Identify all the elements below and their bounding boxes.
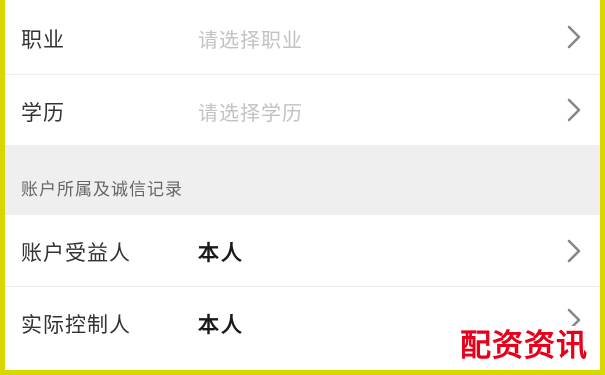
section-title: 账户所属及诚信记录 bbox=[21, 180, 183, 200]
chevron-right-icon bbox=[567, 239, 581, 263]
occupation-row[interactable]: 职业 请选择职业 bbox=[5, 0, 600, 75]
beneficiary-label: 账户受益人 bbox=[21, 241, 131, 265]
occupation-placeholder: 请选择职业 bbox=[198, 28, 303, 52]
controller-value: 本人 bbox=[198, 313, 244, 337]
education-row[interactable]: 学历 请选择学历 bbox=[5, 75, 600, 145]
education-label: 学历 bbox=[21, 101, 65, 125]
occupation-label: 职业 bbox=[21, 28, 65, 52]
beneficiary-row[interactable]: 账户受益人 本人 bbox=[5, 215, 600, 287]
section-header: 账户所属及诚信记录 bbox=[5, 145, 600, 215]
form-screen: 职业 请选择职业 学历 请选择学历 账户所属及诚信记录 账户受益人 本人 实际控… bbox=[5, 0, 600, 370]
controller-label: 实际控制人 bbox=[21, 313, 131, 337]
watermark-text: 配资资讯 bbox=[458, 326, 590, 366]
chevron-right-icon bbox=[567, 98, 581, 122]
chevron-right-icon bbox=[567, 25, 581, 49]
education-placeholder: 请选择学历 bbox=[198, 101, 303, 125]
beneficiary-value: 本人 bbox=[198, 241, 244, 265]
